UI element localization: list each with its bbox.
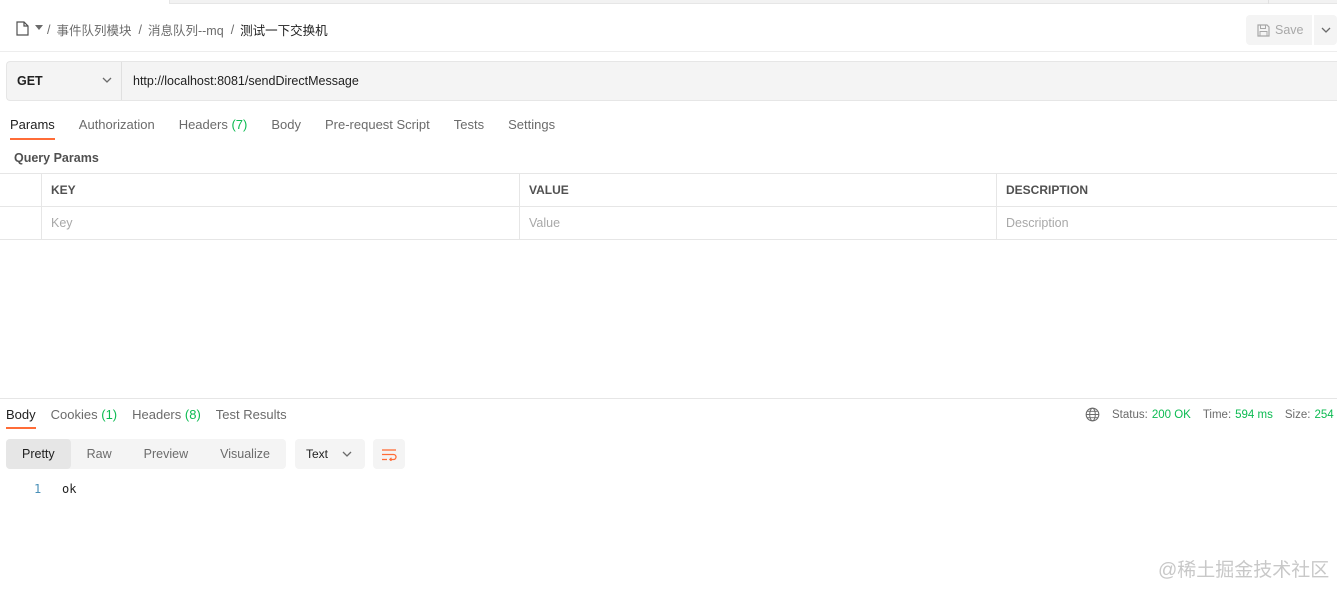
size-value[interactable]: 254: [1314, 409, 1333, 421]
view-tab-pretty[interactable]: Pretty: [6, 439, 71, 469]
tab-tests[interactable]: Tests: [454, 117, 484, 138]
tab-label: Authorization: [78, 117, 155, 132]
tab-label: Pre-request Script: [324, 117, 430, 132]
status-value[interactable]: 200 OK: [1152, 409, 1191, 421]
key-input[interactable]: Key: [42, 207, 520, 239]
table-row: Key Value Description: [0, 207, 1337, 240]
breadcrumb-item-folder[interactable]: 消息队列--mq: [148, 20, 224, 39]
wrap-lines-button[interactable]: [373, 439, 405, 469]
value-input[interactable]: Value: [520, 207, 997, 239]
tab-label: Params: [10, 117, 55, 132]
response-tab-cookies[interactable]: Cookies (1): [51, 407, 117, 427]
chevron-down-icon: [342, 451, 352, 457]
tab-params[interactable]: Params: [10, 117, 55, 140]
column-header-value: VALUE: [520, 174, 997, 206]
tab-label: Cookies: [50, 407, 98, 422]
wrap-lines-icon: [382, 448, 397, 461]
view-tab-raw[interactable]: Raw: [71, 439, 128, 469]
globe-icon[interactable]: [1085, 407, 1100, 422]
tab-label: Tests: [453, 117, 485, 132]
url-bar: GET: [6, 61, 1337, 101]
request-header: / 事件队列模块 / 消息队列--mq / 测试一下交换机 Save: [0, 4, 1337, 52]
tab-label: Headers: [132, 407, 182, 422]
tab-pre-request-script[interactable]: Pre-request Script: [325, 117, 430, 138]
line-number: 1: [34, 482, 42, 496]
document-icon: [16, 21, 29, 36]
save-label: Save: [1275, 23, 1304, 37]
tab-authorization[interactable]: Authorization: [79, 117, 155, 138]
size-label: Size:: [1284, 408, 1311, 421]
response-divider[interactable]: [0, 398, 1337, 399]
body-type-label: Text: [306, 447, 329, 461]
request-tabs: Params Authorization Headers (7) Body Pr…: [10, 117, 579, 140]
tab-headers[interactable]: Headers (7): [179, 117, 248, 138]
view-tab-visualize[interactable]: Visualize: [204, 439, 286, 469]
breadcrumb-item-collection[interactable]: 事件队列模块: [56, 20, 131, 39]
body-type-select[interactable]: Text: [295, 439, 365, 469]
tab-body[interactable]: Body: [271, 117, 301, 138]
url-input[interactable]: [133, 62, 1323, 100]
caret-down-icon[interactable]: [35, 25, 43, 30]
breadcrumb-separator: /: [230, 22, 235, 37]
save-icon: [1257, 23, 1270, 37]
query-params-table: KEY VALUE DESCRIPTION Key Value Descript…: [0, 173, 1337, 240]
response-body-line: ok: [62, 482, 77, 496]
column-header-description: DESCRIPTION: [1006, 183, 1089, 197]
view-tab-preview[interactable]: Preview: [128, 439, 204, 469]
save-button[interactable]: Save: [1246, 15, 1312, 45]
tab-label: Test Results: [215, 407, 287, 422]
chevron-down-icon: [102, 77, 112, 83]
save-options-button[interactable]: [1314, 15, 1337, 45]
tab-settings[interactable]: Settings: [508, 117, 555, 138]
query-params-title: Query Params: [14, 151, 99, 165]
tab-label: Body: [6, 407, 36, 422]
row-checkbox-cell: [0, 207, 42, 239]
tab-count: (8): [184, 407, 201, 422]
view-mode-tabs: Pretty Raw Preview Visualize: [6, 439, 286, 469]
table-header-checkbox-col: [0, 174, 42, 206]
breadcrumb-item-request[interactable]: 测试一下交换机: [240, 20, 328, 39]
column-header-key: KEY: [42, 174, 520, 206]
breadcrumb-separator: /: [138, 22, 142, 37]
time-value[interactable]: 594 ms: [1235, 409, 1273, 421]
time-label: Time:: [1202, 408, 1232, 421]
response-tab-headers[interactable]: Headers (8): [132, 407, 201, 427]
tab-count: (1): [101, 407, 118, 422]
response-tabs: Body Cookies (1) Headers (8) Test Result…: [6, 407, 302, 429]
method-label: GET: [17, 74, 43, 88]
tab-count: (7): [231, 117, 248, 132]
method-select[interactable]: GET: [7, 62, 122, 100]
response-status-bar: Status: 200 OK Time: 594 ms Size: 254: [1085, 407, 1337, 422]
chevron-down-icon: [1321, 27, 1330, 33]
breadcrumb-separator: /: [47, 22, 51, 37]
table-header-row: KEY VALUE DESCRIPTION: [0, 174, 1337, 207]
tab-label: Headers: [178, 117, 228, 132]
watermark: @稀土掘金技术社区: [1158, 560, 1330, 581]
breadcrumb: / 事件队列模块 / 消息队列--mq / 测试一下交换机: [47, 20, 335, 39]
response-tab-body[interactable]: Body: [6, 407, 36, 429]
status-label: Status:: [1112, 408, 1148, 421]
tab-label: Settings: [508, 117, 556, 132]
description-input[interactable]: Description: [997, 207, 1337, 239]
response-tab-test-results[interactable]: Test Results: [216, 407, 287, 427]
tab-label: Body: [271, 117, 301, 132]
